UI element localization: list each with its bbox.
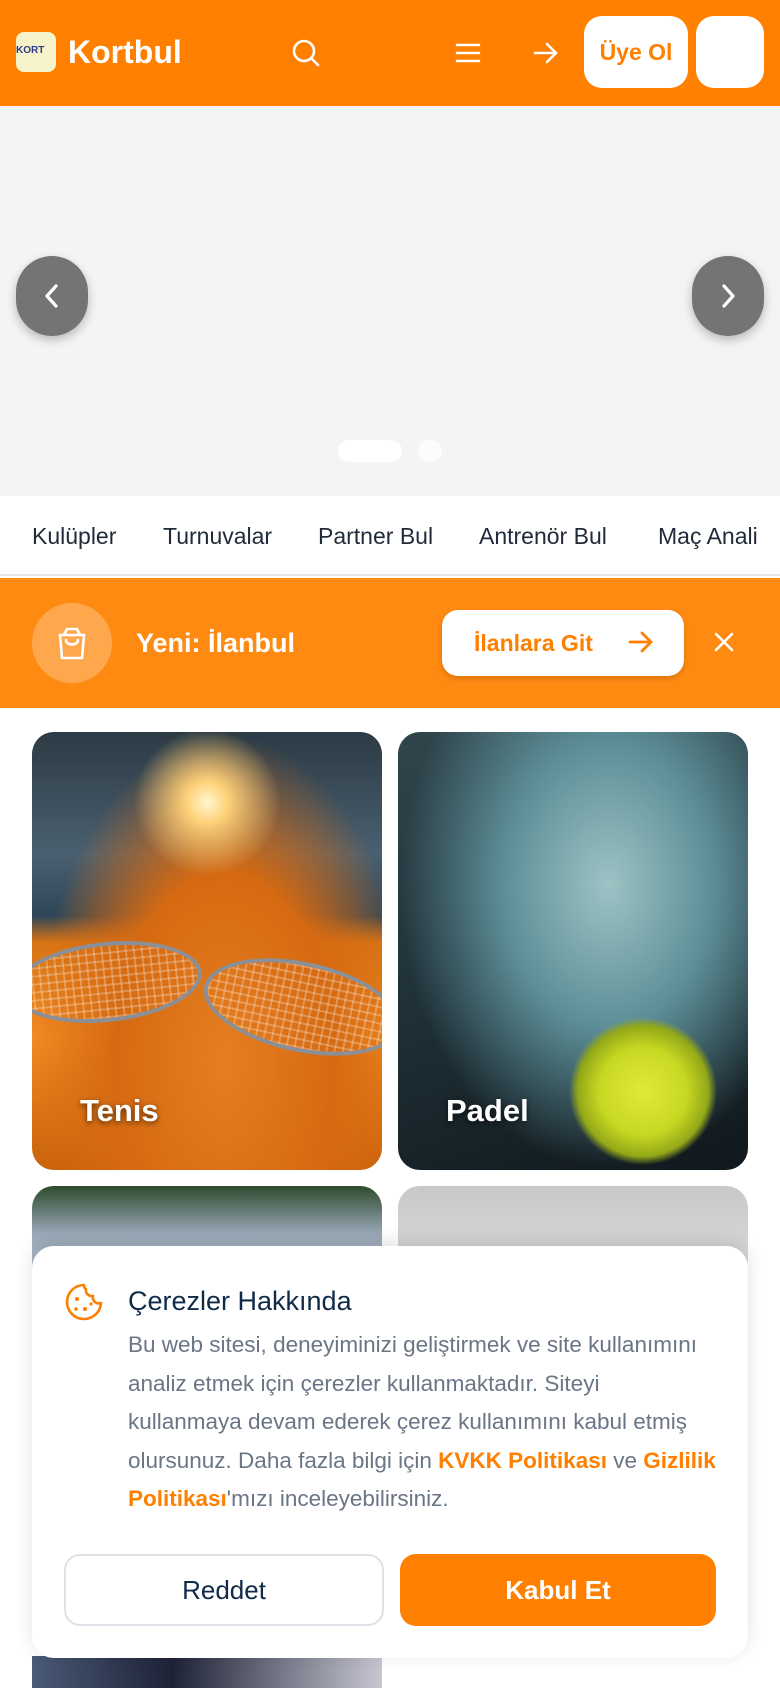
close-icon[interactable] (704, 622, 744, 662)
arrow-right-icon (628, 631, 653, 653)
cookie-consent-dialog: Çerezler Hakkında Bu web sitesi, deneyim… (32, 1246, 748, 1658)
slider-dot-active[interactable] (338, 440, 402, 462)
tab-partner-bul[interactable]: Partner Bul (318, 522, 433, 550)
tab-mac-analiz[interactable]: Maç Anali (658, 522, 758, 550)
card-label-padel: Padel (446, 1093, 529, 1128)
announcement-banner: Yeni: İlanbul İlanlara Git (0, 578, 780, 708)
hero-slider (0, 106, 780, 496)
slider-prev-button[interactable] (16, 256, 88, 336)
tab-antrenor-bul[interactable]: Antrenör Bul (479, 522, 607, 550)
login-arrow-icon[interactable] (526, 33, 566, 73)
logo-text: KORT (16, 45, 45, 56)
sport-card-tenis[interactable]: Tenis (32, 732, 382, 1170)
cookie-text-part: 'mızı inceleyebilirsiniz. (226, 1486, 449, 1511)
search-icon[interactable] (286, 33, 326, 73)
signup-button[interactable]: Üye Ol (584, 16, 688, 88)
cookie-icon (65, 1283, 103, 1321)
account-button[interactable] (696, 16, 764, 88)
menu-icon[interactable] (448, 33, 488, 73)
slider-next-button[interactable] (692, 256, 764, 336)
cookie-description: Bu web sitesi, deneyiminizi geliştirmek … (128, 1326, 718, 1519)
cookie-text-part: ve (606, 1447, 644, 1473)
tab-turnuvalar[interactable]: Turnuvalar (163, 522, 272, 550)
chevron-left-icon (45, 284, 58, 308)
slider-dot[interactable] (418, 440, 442, 462)
category-tabs: Kulüpler Turnuvalar Partner Bul Antrenör… (0, 496, 780, 576)
kvkk-policy-link[interactable]: KVKK Politikası (438, 1448, 607, 1473)
go-to-listings-label: İlanlara Git (474, 629, 593, 656)
sport-card[interactable] (32, 1656, 382, 1688)
banner-title: Yeni: İlanbul (136, 628, 296, 658)
card-label-tenis: Tenis (80, 1093, 159, 1128)
top-header: KORT Kortbul Üye Ol (0, 0, 780, 106)
chevron-right-icon (722, 284, 735, 308)
tab-kulupler[interactable]: Kulüpler (32, 522, 116, 550)
cookie-title: Çerezler Hakkında (128, 1286, 352, 1316)
brand-name[interactable]: Kortbul (68, 32, 182, 72)
racket-image (194, 942, 382, 1072)
shopping-bag-icon (32, 603, 112, 683)
racket-image (32, 932, 206, 1032)
sport-card-padel[interactable]: Padel (398, 732, 748, 1170)
go-to-listings-button[interactable]: İlanlara Git (442, 610, 684, 676)
reject-button[interactable]: Reddet (64, 1554, 384, 1626)
accept-button[interactable]: Kabul Et (400, 1554, 716, 1626)
logo[interactable]: KORT (16, 32, 56, 72)
